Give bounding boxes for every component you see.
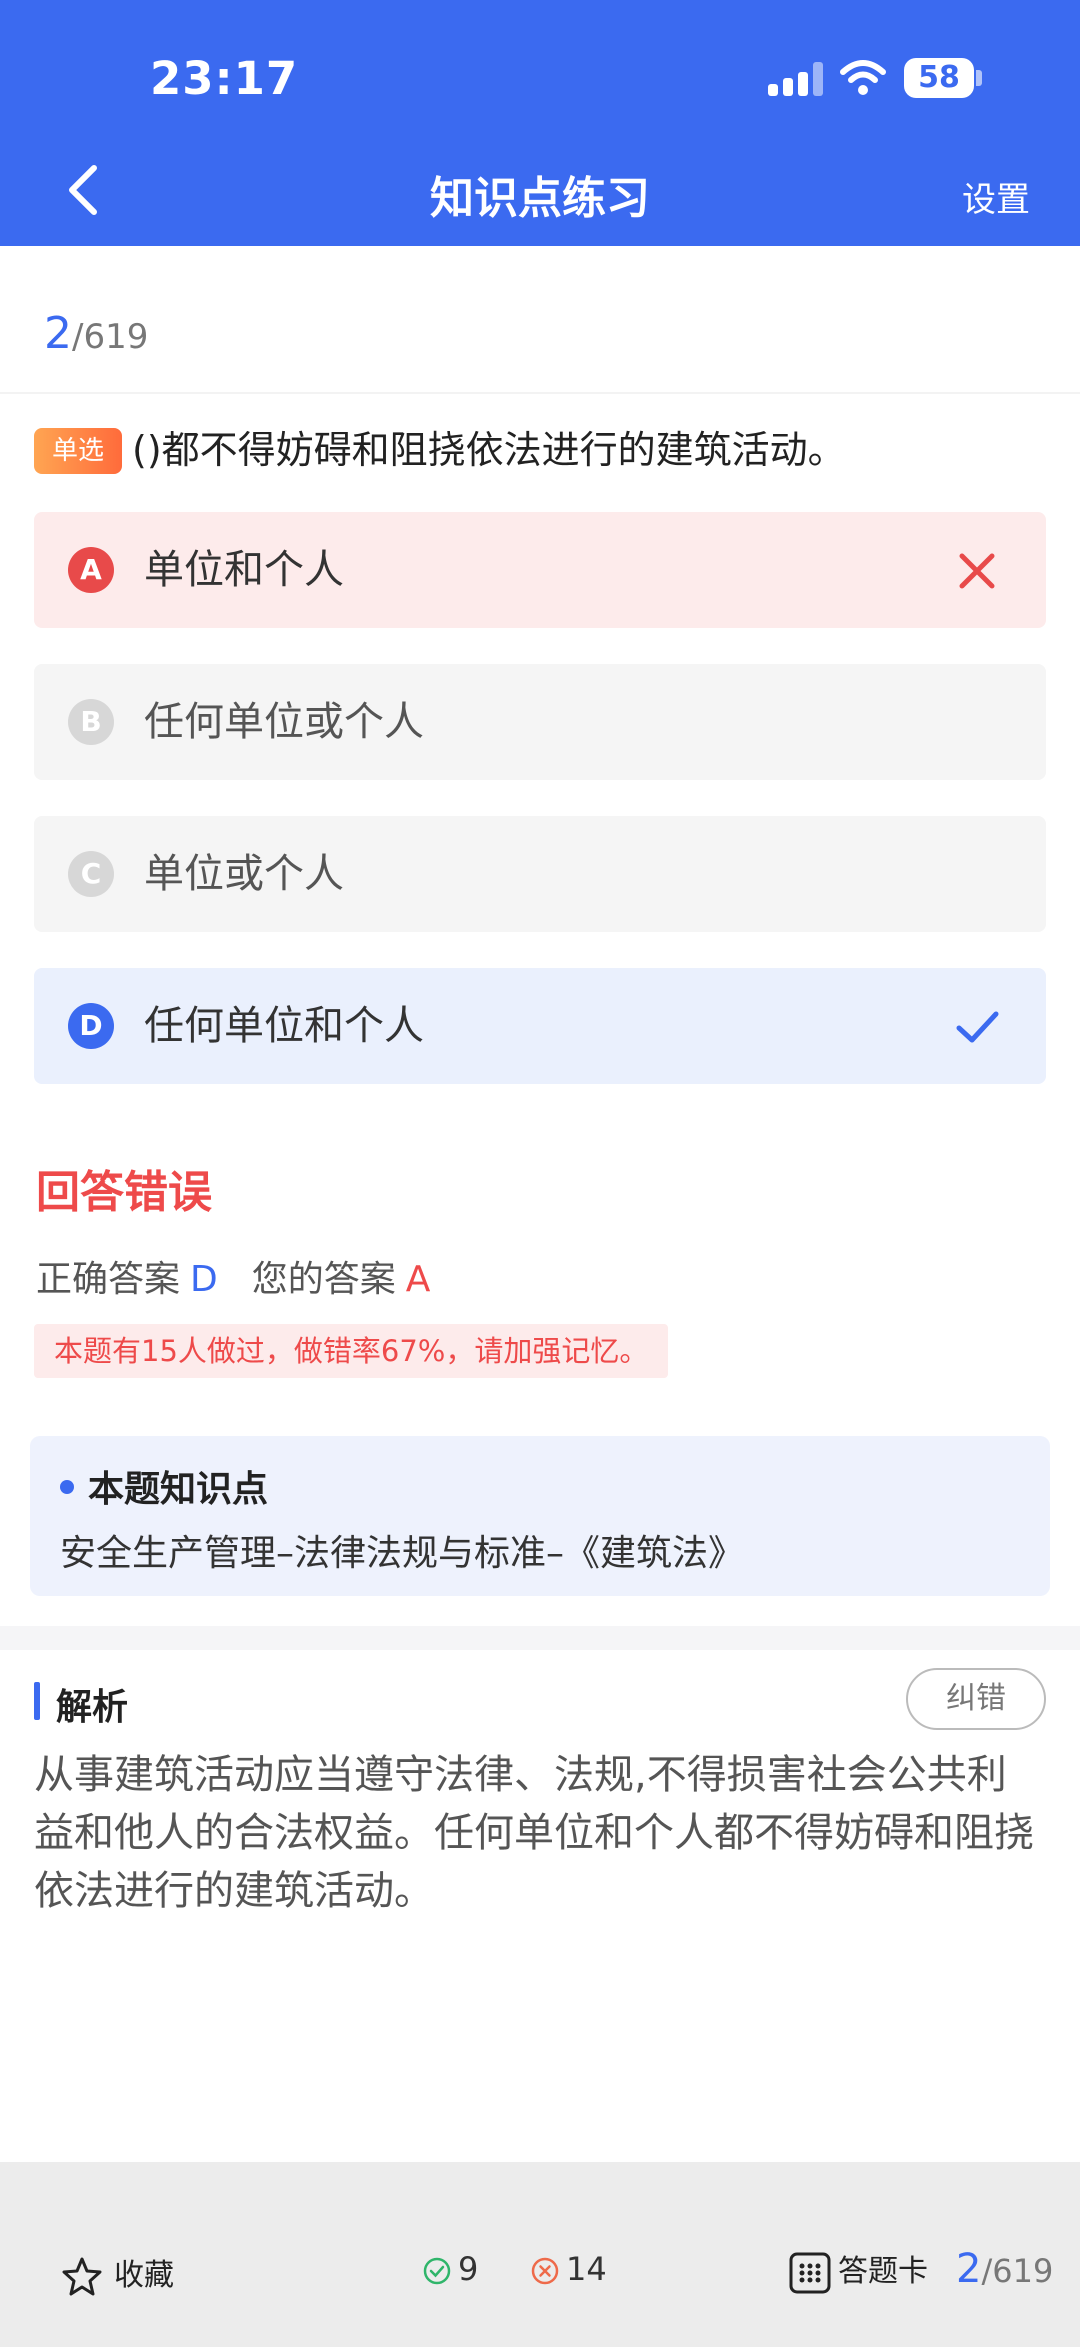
answer-card-button[interactable]: 答题卡	[788, 2246, 928, 2295]
option-letter: D	[68, 1003, 114, 1049]
page: 23:17 58 知识点练习 设置 2/619 单选 ()都不得妨碍和阻挠依法进行…	[0, 0, 1080, 2347]
wrong-count: 14	[530, 2250, 607, 2288]
answer-card-label: 答题卡	[838, 2254, 928, 2289]
error-rate-tip: 本题有15人做过，做错率67%，请加强记忆。	[34, 1324, 669, 1378]
question-text: ()都不得妨碍和阻挠依法进行的建筑活动。	[132, 428, 846, 472]
progress-total: /619	[72, 317, 149, 357]
settings-button[interactable]: 设置	[962, 172, 1030, 221]
correct-answer-value: D	[190, 1259, 218, 1300]
section-accent-bar	[34, 1682, 40, 1720]
knowledge-point-title: 本题知识点	[88, 1469, 269, 1510]
section-divider	[0, 1626, 1080, 1650]
result-title: 回答错误	[36, 1167, 212, 1218]
battery-tip	[976, 70, 982, 86]
question-progress: 2/619	[44, 308, 148, 359]
option-b[interactable]: B 任何单位或个人	[34, 664, 1046, 780]
option-text: 单位或个人	[144, 851, 344, 897]
knowledge-point-box: 本题知识点 安全生产管理–法律法规与标准–《建筑法》	[30, 1436, 1050, 1596]
cross-circle-icon	[531, 2257, 559, 2285]
favorite-label: 收藏	[114, 2258, 174, 2293]
wifi-icon	[840, 60, 886, 95]
option-letter: C	[68, 851, 114, 897]
grid-icon	[789, 2252, 831, 2293]
favorite-button[interactable]: 收藏	[60, 2250, 174, 2299]
option-d[interactable]: D 任何单位和个人	[34, 968, 1046, 1084]
analysis-text: 从事建筑活动应当遵守法律、法规,不得损害社会公共利益和他人的合法权益。任何单位和…	[34, 1752, 1034, 1914]
page-title: 知识点练习	[430, 173, 650, 224]
your-answer-value: A	[405, 1259, 431, 1300]
analysis-title: 解析	[56, 1687, 129, 1728]
your-answer-label: 您的答案	[251, 1259, 396, 1300]
option-letter: A	[68, 547, 114, 593]
signal-icon	[768, 62, 824, 96]
cross-icon	[959, 553, 995, 589]
progress-current: 2	[44, 308, 72, 359]
bottom-bar: 收藏 9 14 答题卡 2/619	[0, 2162, 1080, 2347]
star-icon	[62, 2257, 102, 2295]
question-type-badge: 单选	[34, 428, 123, 474]
check-icon	[956, 1011, 999, 1043]
option-a[interactable]: A 单位和个人	[34, 512, 1046, 628]
answer-summary: 正确答案 D 您的答案 A	[36, 1250, 430, 1302]
option-text: 任何单位或个人	[144, 699, 424, 745]
option-text: 任何单位和个人	[144, 1003, 424, 1049]
battery-icon: 58	[904, 58, 974, 98]
divider	[0, 392, 1080, 394]
question-stem: 单选 ()都不得妨碍和阻挠依法进行的建筑活动。	[34, 424, 1054, 476]
bottom-progress: 2/619	[956, 2246, 1054, 2292]
option-text: 单位和个人	[144, 547, 344, 593]
check-circle-icon	[423, 2257, 451, 2285]
header: 23:17 58 知识点练习 设置	[0, 0, 1080, 246]
report-error-button[interactable]: 纠错	[906, 1668, 1046, 1730]
knowledge-point-text: 安全生产管理–法律法规与标准–《建筑法》	[60, 1533, 745, 1574]
option-c[interactable]: C 单位或个人	[34, 816, 1046, 932]
status-time: 23:17	[150, 52, 299, 105]
option-letter: B	[68, 699, 114, 745]
correct-answer-label: 正确答案	[36, 1259, 181, 1300]
right-count: 9	[422, 2250, 478, 2288]
